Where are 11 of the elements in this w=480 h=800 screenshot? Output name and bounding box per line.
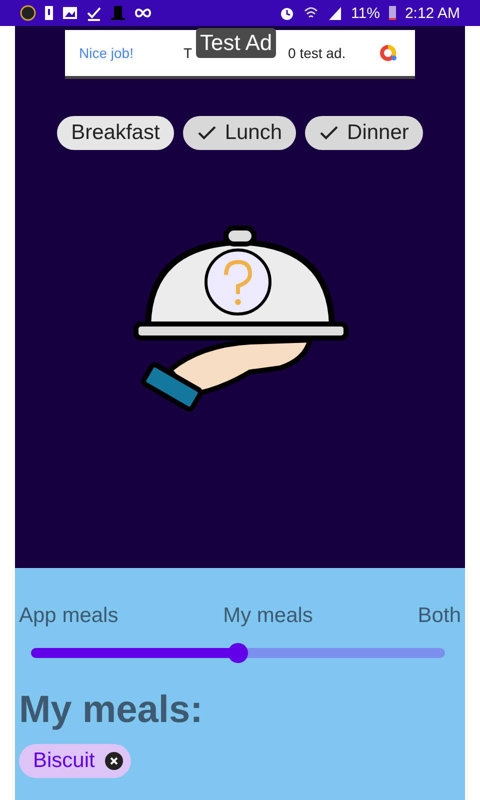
ad-text: T <box>183 45 192 61</box>
meal-chip-label: Biscuit <box>33 749 95 773</box>
slider-label: App meals <box>19 604 118 628</box>
ad-headline: Nice job! <box>79 45 134 61</box>
ad-text: 0 test ad. <box>288 45 346 61</box>
section-title: My meals: <box>19 689 204 732</box>
slider-label: My meals <box>223 604 313 628</box>
slider-label: Both <box>418 604 461 628</box>
test-ad-tooltip: Test Ad <box>196 28 276 58</box>
battery-percent: 11% <box>351 4 380 22</box>
clock: 2:12 AM <box>404 4 460 22</box>
